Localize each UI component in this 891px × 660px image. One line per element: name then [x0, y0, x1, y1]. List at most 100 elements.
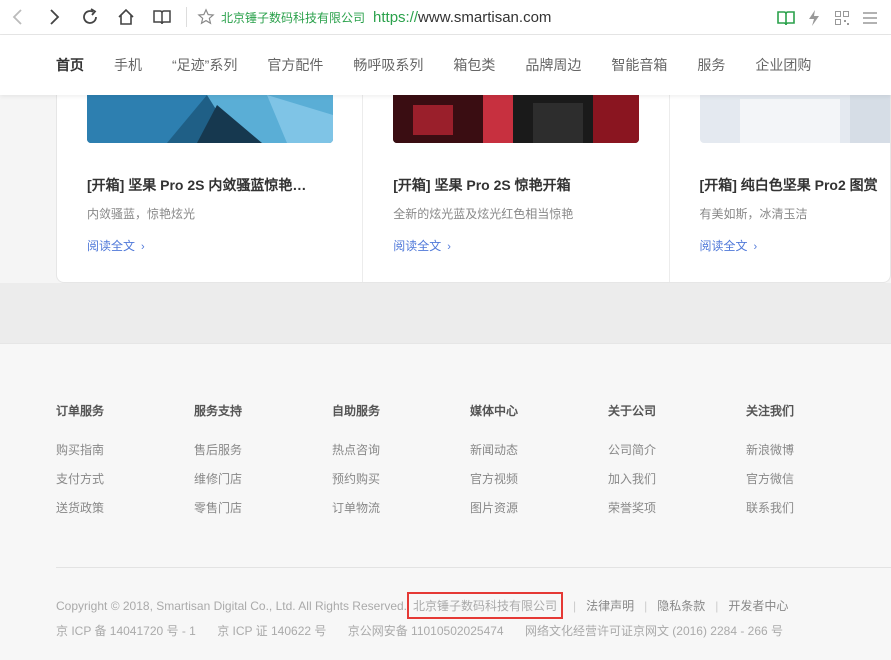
footer-column-about: 关于公司 公司简介 加入我们 荣誉奖项 — [608, 402, 656, 528]
footer-column-self-service: 自助服务 热点咨询 预约购买 订单物流 — [332, 402, 380, 528]
footer-link[interactable]: 加入我们 — [608, 470, 656, 487]
site-footer: 订单服务 购买指南 支付方式 送货政策 服务支持 售后服务 维修门店 零售门店 … — [0, 343, 891, 660]
separator: | — [644, 598, 648, 613]
footer-divider — [56, 567, 891, 568]
nav-item-accessories[interactable]: 官方配件 — [267, 55, 323, 75]
home-icon — [118, 8, 134, 25]
nav-item-service[interactable]: 服务 — [697, 55, 725, 75]
footer-column-title: 关注我们 — [746, 404, 795, 418]
culture-license[interactable]: 网络文化经营许可证京网文 (2016) 2284 - 266 号 — [525, 624, 783, 638]
footer-column-orders: 订单服务 购买指南 支付方式 送货政策 — [56, 402, 104, 528]
nav-item-brand-merch[interactable]: 品牌周边 — [525, 55, 581, 75]
article-thumbnail[interactable] — [393, 95, 640, 143]
footer-link[interactable]: 新闻动态 — [470, 441, 518, 458]
article-description: 全新的炫光蓝及炫光红色相当惊艳 — [393, 207, 574, 221]
menu-icon[interactable] — [861, 9, 879, 27]
chevron-right-icon: › — [753, 241, 758, 253]
qr-code-icon[interactable] — [833, 9, 851, 27]
footer-link[interactable]: 订单物流 — [332, 499, 380, 516]
article-card[interactable]: [开箱] 纯白色坚果 Pro2 图赏 有美如斯，冰清玉洁 阅读全文 › — [670, 95, 890, 282]
article-title[interactable]: [开箱] 纯白色坚果 Pro2 图赏 — [700, 175, 878, 195]
developer-center-link[interactable]: 开发者中心 — [728, 597, 788, 614]
footer-link[interactable]: 新浪微博 — [746, 441, 794, 458]
footer-column-support: 服务支持 售后服务 维修门店 零售门店 — [194, 402, 242, 528]
footer-link[interactable]: 维修门店 — [194, 470, 242, 487]
site-navigation: 首页 手机 “足迹”系列 官方配件 畅呼吸系列 箱包类 品牌周边 智能音箱 服务… — [0, 35, 891, 95]
footer-link[interactable]: 图片资源 — [470, 499, 518, 516]
url-scheme: https:// — [373, 8, 419, 26]
nav-item-home[interactable]: 首页 — [56, 55, 84, 75]
privacy-link[interactable]: 隐私条款 — [657, 597, 705, 614]
back-button[interactable] — [0, 0, 36, 35]
footer-column-title: 订单服务 — [56, 404, 105, 418]
address-bar[interactable]: 北京锤子数码科技有限公司 https:// www.smartisan.com — [186, 0, 551, 35]
divider — [186, 7, 187, 27]
footer-link[interactable]: 公司简介 — [608, 441, 656, 458]
footer-column-media: 媒体中心 新闻动态 官方视频 图片资源 — [470, 402, 518, 528]
footer-link[interactable]: 售后服务 — [194, 441, 242, 458]
footer-link[interactable]: 官方视频 — [470, 470, 518, 487]
nav-item-bags[interactable]: 箱包类 — [453, 55, 495, 75]
article-title[interactable]: [开箱] 坚果 Pro 2S 内敛骚蓝惊艳… — [87, 175, 306, 195]
chevron-right-icon — [50, 9, 60, 25]
footer-column-follow: 关注我们 新浪微博 官方微信 联系我们 — [746, 402, 794, 528]
read-more-label: 阅读全文 — [699, 239, 748, 253]
copyright-line: Copyright © 2018, Smartisan Digital Co.,… — [56, 592, 788, 619]
book-icon — [153, 10, 171, 25]
site-certificate-name: 北京锤子数码科技有限公司 — [221, 10, 366, 25]
home-button[interactable] — [108, 0, 144, 35]
footer-column-title: 关于公司 — [608, 404, 657, 418]
footer-link[interactable]: 支付方式 — [56, 470, 104, 487]
browser-toolbar: 北京锤子数码科技有限公司 https:// www.smartisan.com — [0, 0, 891, 35]
chevron-left-icon — [12, 9, 22, 25]
read-more-label: 阅读全文 — [87, 239, 136, 253]
footer-link[interactable]: 联系我们 — [746, 499, 794, 516]
chevron-right-icon: › — [141, 241, 145, 253]
copyright-text: Copyright © 2018, Smartisan Digital Co.,… — [56, 598, 407, 613]
article-cards: [开箱] 坚果 Pro 2S 内敛骚蓝惊艳… 内敛骚蓝，惊艳炫光 阅读全文 › [… — [56, 95, 891, 283]
reading-mode-button[interactable] — [144, 0, 180, 35]
reader-view-icon[interactable] — [777, 9, 795, 27]
separator: | — [573, 598, 577, 613]
chevron-right-icon: › — [447, 241, 451, 253]
nav-item-smart-speaker[interactable]: 智能音箱 — [611, 55, 667, 75]
footer-column-title: 媒体中心 — [470, 404, 519, 418]
read-more-label: 阅读全文 — [393, 239, 442, 253]
footer-column-title: 自助服务 — [332, 404, 381, 418]
article-description: 有美如斯，冰清玉洁 — [699, 207, 808, 221]
article-thumbnail[interactable] — [699, 95, 890, 143]
icp-line: 京 ICP 备 14041720 号 - 1 京 ICP 证 140622 号 … — [56, 622, 801, 639]
article-card[interactable]: [开箱] 坚果 Pro 2S 惊艳开箱 全新的炫光蓝及炫光红色相当惊艳 阅读全文… — [363, 95, 670, 282]
article-card[interactable]: [开箱] 坚果 Pro 2S 内敛骚蓝惊艳… 内敛骚蓝，惊艳炫光 阅读全文 › — [57, 95, 364, 282]
footer-link[interactable]: 热点咨询 — [332, 441, 380, 458]
footer-column-title: 服务支持 — [194, 404, 243, 418]
public-security-record[interactable]: 京公网安备 11010502025474 — [348, 624, 504, 638]
article-thumbnail[interactable] — [87, 95, 333, 143]
reload-button[interactable] — [72, 0, 108, 35]
icp-license[interactable]: 京 ICP 证 140622 号 — [217, 624, 326, 638]
icp-record[interactable]: 京 ICP 备 14041720 号 - 1 — [56, 624, 196, 638]
company-name-highlighted: 北京锤子数码科技有限公司 — [407, 592, 564, 619]
forward-button[interactable] — [36, 0, 72, 35]
separator: | — [715, 598, 719, 613]
read-more-link[interactable]: 阅读全文 › — [393, 237, 451, 254]
read-more-link[interactable]: 阅读全文 › — [87, 237, 145, 254]
footer-link[interactable]: 官方微信 — [746, 470, 794, 487]
footer-link[interactable]: 送货政策 — [56, 499, 104, 516]
section-spacer — [0, 283, 891, 343]
legal-notice-link[interactable]: 法律声明 — [586, 597, 634, 614]
article-title[interactable]: [开箱] 坚果 Pro 2S 惊艳开箱 — [393, 175, 570, 195]
nav-item-footprint-series[interactable]: “足迹”系列 — [172, 55, 237, 75]
url-host: www.smartisan.com — [418, 8, 552, 26]
footer-link[interactable]: 零售门店 — [194, 499, 242, 516]
read-more-link[interactable]: 阅读全文 › — [700, 237, 758, 254]
nav-item-phone[interactable]: 手机 — [114, 55, 142, 75]
lightning-icon[interactable] — [805, 9, 823, 27]
footer-link[interactable]: 购买指南 — [56, 441, 104, 458]
nav-item-enterprise[interactable]: 企业团购 — [755, 55, 811, 75]
reload-icon — [83, 8, 97, 24]
footer-link[interactable]: 预约购买 — [332, 470, 380, 487]
nav-item-breathe-series[interactable]: 畅呼吸系列 — [353, 55, 423, 75]
star-icon[interactable] — [197, 8, 215, 26]
footer-link[interactable]: 荣誉奖项 — [608, 499, 656, 516]
